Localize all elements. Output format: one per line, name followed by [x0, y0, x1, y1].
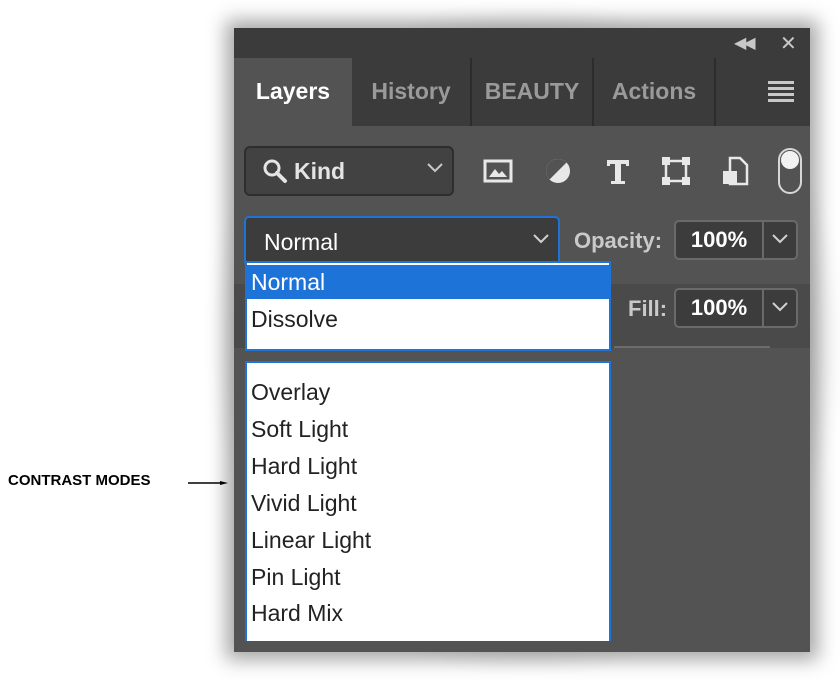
tab-beauty[interactable]: BEAUTY [472, 58, 592, 126]
blend-option-hard-mix[interactable]: Hard Mix [251, 596, 343, 630]
fill-dropdown-button[interactable] [764, 288, 798, 328]
panel-titlebar: ◀◀ ✕ [234, 28, 810, 58]
annotation-arrow-icon [188, 481, 228, 485]
panel-menu-icon[interactable] [768, 81, 794, 105]
tab-bar: Layers History BEAUTY Actions [234, 58, 810, 126]
blend-option-linear-light[interactable]: Linear Light [251, 523, 371, 557]
filter-kind-label: Kind [294, 158, 346, 184]
tab-separator [714, 58, 716, 126]
toggle-knob [781, 151, 799, 169]
opacity-dropdown-button[interactable] [764, 220, 798, 260]
blend-option-overlay[interactable]: Overlay [251, 375, 330, 409]
blend-mode-select[interactable]: Normal [244, 216, 560, 266]
blend-option-vivid-light[interactable]: Vivid Light [251, 486, 357, 520]
chevron-down-icon [772, 302, 788, 312]
close-icon[interactable]: ✕ [780, 31, 797, 55]
opacity-input[interactable]: 100% [674, 220, 764, 260]
smart-object-filter-icon[interactable] [720, 156, 752, 186]
adjustment-filter-icon[interactable] [542, 156, 574, 186]
tab-layers[interactable]: Layers [234, 58, 352, 126]
blend-mode-dropdown-group-contrast: Overlay Soft Light Hard Light Vivid Ligh… [245, 361, 611, 641]
search-icon [263, 159, 287, 183]
blend-option-soft-light[interactable]: Soft Light [251, 412, 348, 446]
tab-history[interactable]: History [352, 58, 470, 126]
chevron-down-icon [772, 234, 788, 244]
fill-label: Fill: [628, 296, 668, 321]
type-filter-icon[interactable] [602, 156, 634, 186]
blend-mode-value: Normal [264, 229, 339, 255]
collapse-panel-icon[interactable]: ◀◀ [734, 33, 756, 52]
shape-filter-icon[interactable] [660, 156, 692, 186]
chevron-down-icon [427, 163, 443, 173]
blend-mode-dropdown-group-basic: Normal Dissolve [245, 261, 611, 351]
opacity-label: Opacity: [574, 228, 663, 253]
fill-input[interactable]: 100% [674, 288, 764, 328]
blend-option-pin-light[interactable]: Pin Light [251, 560, 341, 594]
layers-panel: ◀◀ ✕ Layers History BEAUTY Actions Kind [234, 28, 810, 652]
blend-option-hard-light[interactable]: Hard Light [251, 449, 357, 483]
contrast-modes-annotation: CONTRAST MODES [8, 472, 151, 489]
filter-kind-select[interactable]: Kind [244, 146, 454, 196]
chevron-down-icon [533, 234, 549, 244]
filter-toggle[interactable] [778, 148, 802, 194]
blend-option-normal[interactable]: Normal [247, 265, 609, 299]
tab-actions[interactable]: Actions [594, 58, 714, 126]
image-filter-icon[interactable] [482, 156, 514, 186]
blend-option-dissolve[interactable]: Dissolve [251, 302, 338, 336]
